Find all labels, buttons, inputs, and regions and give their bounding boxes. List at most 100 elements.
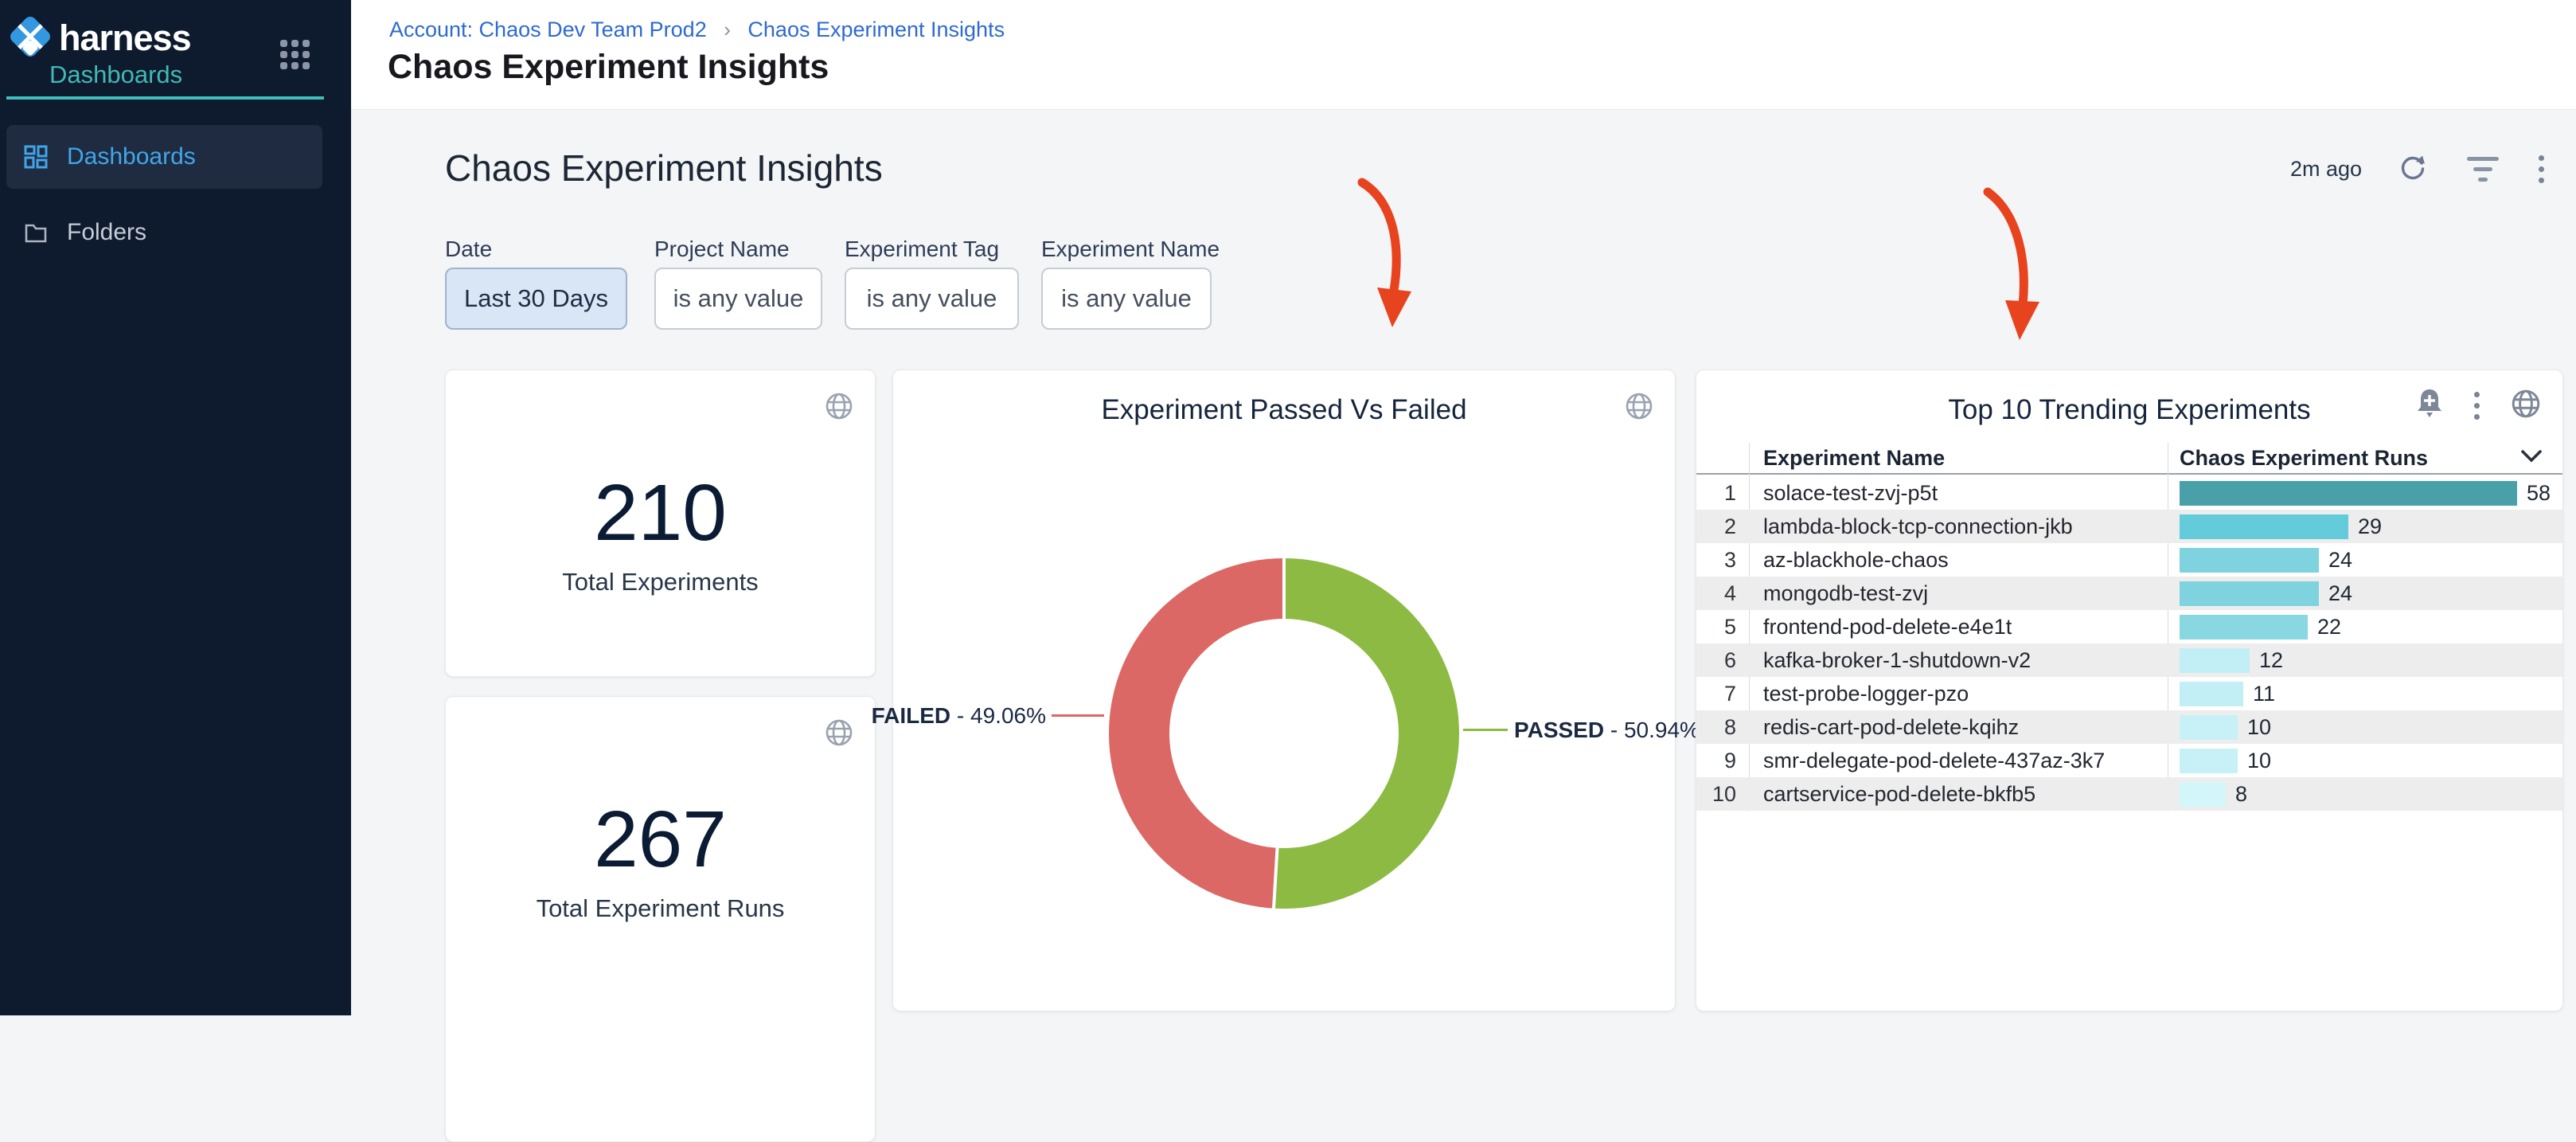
runs-value: 12 [2259,648,2283,673]
experiment-name-cell: mongodb-test-zvj [1749,581,2168,606]
table-body: 1solace-test-zvj-p5t582lambda-block-tcp-… [1696,476,2562,811]
app-grid-icon[interactable] [280,40,310,69]
passed-leader-line [1463,729,1508,731]
runs-bar [2180,481,2517,506]
runs-bar [2180,548,2319,573]
experiment-runs-cell: 22 [2168,615,2562,639]
top-header-band: Account: Chaos Dev Team Prod2 › Chaos Ex… [351,0,2576,110]
row-number: 7 [1696,682,1749,706]
filter-chip-project-name[interactable]: is any value [654,268,822,330]
column-header-chaos-experiment-runs[interactable]: Chaos Experiment Runs [2180,446,2428,471]
experiment-runs-cell: 12 [2168,648,2562,673]
experiment-runs-cell: 8 [2168,782,2562,807]
module-label: Dashboards [49,61,182,89]
runs-value: 24 [2328,581,2352,606]
chevron-down-icon[interactable] [2519,448,2543,469]
experiment-name-cell: redis-cart-pod-delete-kqihz [1749,715,2168,740]
runs-bar [2180,648,2250,673]
globe-icon[interactable] [824,718,854,752]
experiment-runs-cell: 24 [2168,581,2562,606]
experiment-runs-cell: 10 [2168,715,2562,740]
total-experiment-runs-value: 267 [446,794,875,886]
row-number: 5 [1696,615,1749,639]
experiment-name-cell: frontend-pod-delete-e4e1t [1749,615,2168,639]
runs-bar [2180,782,2226,807]
page-title: Chaos Experiment Insights [388,48,829,87]
table-row: 8redis-cart-pod-delete-kqihz 10 [1696,710,2562,744]
total-experiment-runs-label: Total Experiment Runs [446,894,875,923]
row-number: 6 [1696,648,1749,673]
donut-chart-title: Experiment Passed Vs Failed [893,394,1675,426]
sidebar-item-folders[interactable]: Folders [6,205,322,260]
filter-chip-experiment-name[interactable]: is any value [1041,268,1212,330]
runs-value: 58 [2527,481,2551,506]
globe-icon[interactable] [2510,388,2542,424]
tile-kebab-icon[interactable] [2474,389,2480,423]
passed-vs-failed-card: Experiment Passed Vs Failed FAILED - 49.… [892,370,1676,1011]
top-trending-experiments-card: Top 10 Trending Experiments Experiment N… [1696,370,2563,1011]
runs-bar [2180,581,2319,606]
filter-chip-date[interactable]: Last 30 Days [445,268,627,330]
dashboard-heading: Chaos Experiment Insights [445,147,883,190]
breadcrumb-account-link[interactable]: Account: Chaos Dev Team Prod2 [389,18,707,41]
runs-value: 11 [2253,682,2275,706]
failed-slice-label: FAILED - 49.06% [872,703,1046,729]
sidebar-divider [6,96,324,100]
sidebar: harness Dashboards Dashboards Folders [0,0,351,1015]
dashboard-content: Chaos Experiment Insights 2m ago Date Pr… [351,111,2576,1015]
donut-hole [1169,619,1399,848]
row-number: 1 [1696,481,1749,506]
experiment-name-cell: az-blackhole-chaos [1749,548,2168,573]
globe-icon[interactable] [824,391,854,425]
experiment-runs-cell: 58 [2168,481,2562,506]
runs-value: 22 [2317,615,2341,639]
sidebar-item-dashboards[interactable]: Dashboards [6,125,322,189]
sidebar-item-label: Folders [67,219,146,246]
runs-bar [2180,514,2348,539]
table-row: 1solace-test-zvj-p5t 58 [1696,476,2562,510]
runs-bar [2180,749,2238,773]
breadcrumb-separator: › [724,18,731,41]
breadcrumb-page-link[interactable]: Chaos Experiment Insights [747,18,1005,41]
total-experiments-label: Total Experiments [446,568,875,596]
alert-bell-icon[interactable] [2415,388,2444,424]
row-number: 4 [1696,581,1749,606]
globe-icon[interactable] [1624,391,1654,425]
harness-logo-icon [8,14,53,63]
experiment-name-cell: lambda-block-tcp-connection-jkb [1749,514,2168,539]
filter-label-project: Project Name [654,237,790,262]
filter-chip-experiment-tag[interactable]: is any value [845,268,1019,330]
last-refreshed-text: 2m ago [2290,157,2362,182]
table-row: 4mongodb-test-zvj 24 [1696,577,2562,610]
row-number: 8 [1696,715,1749,740]
row-number: 2 [1696,514,1749,539]
dashboards-icon [24,145,48,169]
folder-icon [24,221,48,244]
logo-text: harness [59,18,191,59]
refresh-icon[interactable] [2398,153,2427,186]
experiment-runs-cell: 11 [2168,682,2562,706]
table-row: 7test-probe-logger-pzo 11 [1696,677,2562,710]
dashboard-toolbar: 2m ago [2290,152,2544,186]
donut-chart [1109,558,1459,909]
filter-icon[interactable] [2467,154,2499,185]
total-experiment-runs-card: 267 Total Experiment Runs [445,696,876,1142]
row-number: 3 [1696,548,1749,573]
table-row: 5frontend-pod-delete-e4e1t 22 [1696,610,2562,643]
experiment-name-cell: test-probe-logger-pzo [1749,682,2168,706]
experiment-runs-cell: 10 [2168,749,2562,773]
runs-value: 29 [2358,514,2382,539]
annotation-arrow-1 [1345,171,1424,342]
experiment-name-cell: kafka-broker-1-shutdown-v2 [1749,648,2168,673]
kebab-menu-icon[interactable] [2539,152,2544,186]
column-header-experiment-name[interactable]: Experiment Name [1763,446,1945,471]
filter-label-tag: Experiment Tag [845,237,999,262]
runs-value: 10 [2247,715,2271,740]
table-row: 2lambda-block-tcp-connection-jkb 29 [1696,510,2562,543]
total-experiments-card: 210 Total Experiments [445,370,876,677]
table-row: 3az-blackhole-chaos24 [1696,543,2562,577]
experiment-name-cell: solace-test-zvj-p5t [1749,481,2168,506]
table-row: 10cartservice-pod-delete-bkfb58 [1696,777,2562,811]
total-experiments-value: 210 [446,467,875,559]
failed-leader-line [1052,714,1104,717]
